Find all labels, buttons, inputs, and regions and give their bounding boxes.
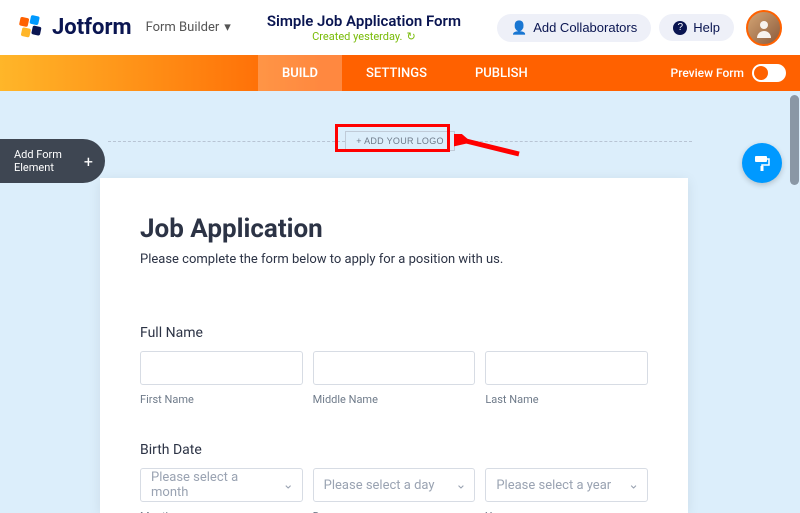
workspace: Add Form Element + + ADD YOUR LOGO Job A…: [0, 91, 800, 513]
avatar[interactable]: [746, 10, 782, 46]
form-subheading[interactable]: Please complete the form below to apply …: [140, 252, 648, 267]
tab-build[interactable]: BUILD: [258, 55, 342, 91]
form-heading[interactable]: Job Application: [140, 214, 648, 244]
birthdate-label: Birth Date: [140, 442, 648, 458]
form-meta: Created yesterday. ↻: [231, 30, 497, 43]
last-name-sublabel: Last Name: [485, 393, 648, 406]
birth-year-select[interactable]: Please select a year ⌄: [485, 468, 648, 502]
preview-form-toggle-wrap: Preview Form: [657, 55, 800, 91]
chevron-down-icon: ⌄: [628, 478, 639, 493]
form-builder-dropdown[interactable]: Form Builder ▾: [146, 20, 231, 35]
field-birthdate: Birth Date Please select a month ⌄ Month…: [140, 442, 648, 513]
refresh-icon[interactable]: ↻: [406, 30, 415, 43]
plus-icon: +: [82, 151, 95, 171]
form-title[interactable]: Simple Job Application Form: [231, 12, 497, 30]
field-fullname: Full Name First Name Middle Name Last Na…: [140, 325, 648, 406]
tab-settings[interactable]: SETTINGS: [342, 55, 451, 91]
fullname-label: Full Name: [140, 325, 648, 341]
brand-logo[interactable]: Jotform: [18, 14, 132, 42]
middle-name-input[interactable]: [313, 351, 476, 385]
form-builder-label: Form Builder: [146, 20, 220, 35]
tabbar: BUILD SETTINGS PUBLISH Preview Form: [0, 55, 800, 91]
middle-name-sublabel: Middle Name: [313, 393, 476, 406]
brand-name: Jotform: [52, 15, 132, 40]
form-canvas: Job Application Please complete the form…: [100, 178, 688, 513]
logo-strip: + ADD YOUR LOGO: [108, 131, 692, 151]
birth-month-select[interactable]: Please select a month ⌄: [140, 468, 303, 502]
title-block: Simple Job Application Form Created yest…: [231, 12, 497, 43]
form-designer-button[interactable]: [742, 143, 782, 183]
avatar-person-icon: [754, 18, 774, 38]
preview-toggle[interactable]: [752, 64, 786, 82]
add-logo-button[interactable]: + ADD YOUR LOGO: [345, 131, 455, 151]
birth-day-select[interactable]: Please select a day ⌄: [313, 468, 476, 502]
last-name-input[interactable]: [485, 351, 648, 385]
add-form-element-button[interactable]: Add Form Element +: [0, 139, 105, 183]
scrollbar[interactable]: [790, 95, 799, 185]
first-name-input[interactable]: [140, 351, 303, 385]
help-button[interactable]: ? Help: [659, 14, 734, 41]
jotform-logo-icon: [18, 14, 46, 42]
chevron-down-icon: ⌄: [455, 478, 466, 493]
add-collaborators-button[interactable]: 👤 Add Collaborators: [497, 14, 651, 42]
topbar: Jotform Form Builder ▾ Simple Job Applic…: [0, 0, 800, 55]
help-icon: ?: [673, 21, 687, 35]
chevron-down-icon: ⌄: [283, 478, 294, 493]
paint-roller-icon: [752, 153, 772, 173]
person-icon: 👤: [511, 20, 527, 36]
first-name-sublabel: First Name: [140, 393, 303, 406]
tab-publish[interactable]: PUBLISH: [451, 55, 552, 91]
preview-label: Preview Form: [671, 66, 744, 80]
